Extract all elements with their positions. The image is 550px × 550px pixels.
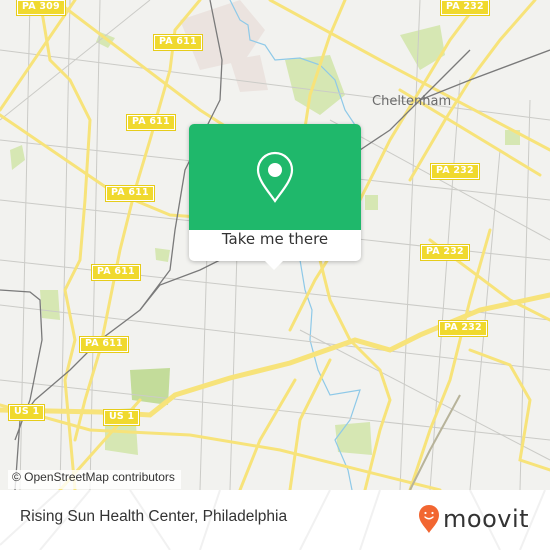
route-shield-us1: US 1 — [102, 409, 141, 426]
map-attribution[interactable]: © OpenStreetMap contributors — [8, 470, 181, 489]
route-shield-pa232: PA 232 — [430, 163, 480, 180]
popup-pointer — [265, 261, 283, 270]
place-label-cheltenham: Cheltenham — [372, 94, 452, 109]
footer-bar: Rising Sun Health Center, Philadelphia m… — [0, 490, 550, 550]
route-shield-pa611: PA 611 — [91, 264, 141, 281]
route-shield-pa232: PA 232 — [440, 0, 490, 16]
route-shield-pa309: PA 309 — [16, 0, 66, 16]
take-me-there-button[interactable]: Take me there — [189, 230, 361, 261]
moovit-wordmark: moovit — [443, 505, 530, 533]
route-shield-pa611: PA 611 — [105, 185, 155, 202]
route-shield-pa611: PA 611 — [79, 336, 129, 353]
expressway — [0, 292, 550, 418]
route-shield-pa232: PA 232 — [438, 320, 488, 337]
route-shield-pa611: PA 611 — [126, 114, 176, 131]
route-shield-pa611: PA 611 — [153, 34, 203, 51]
location-pin-icon — [256, 151, 294, 203]
destination-popup: Take me there — [189, 124, 361, 270]
route-shield-us1: US 1 — [7, 404, 46, 421]
popup-header — [189, 124, 361, 230]
location-title: Rising Sun Health Center, Philadelphia — [20, 508, 288, 525]
route-shield-pa232: PA 232 — [420, 244, 470, 261]
map-view[interactable]: Cheltenham PA 309 PA 611 PA 611 PA 611 P… — [0, 0, 550, 490]
moovit-logo[interactable]: moovit — [418, 501, 529, 537]
moovit-pin-icon — [419, 505, 439, 533]
